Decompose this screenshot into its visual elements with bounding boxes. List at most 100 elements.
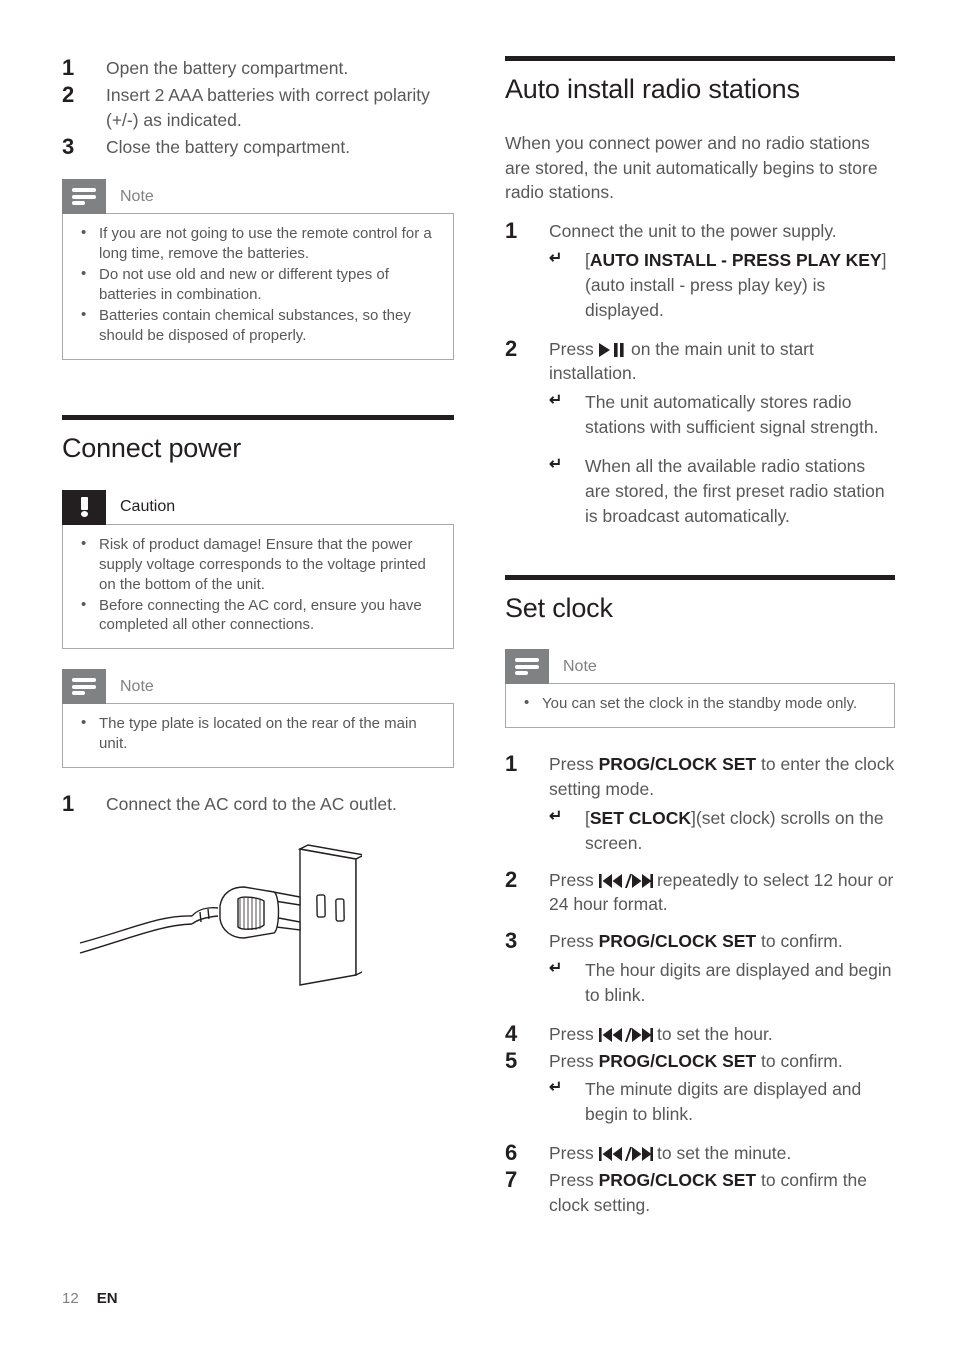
result-arrow-icon: ↵	[549, 250, 563, 268]
list-item: Risk of product damage! Ensure that the …	[79, 534, 437, 595]
step-item: 7 Press PROG/CLOCK SET to confirm the cl…	[505, 1166, 895, 1218]
callout-header: Note	[62, 669, 454, 705]
ac-plug-and-wall-outlet-illustration	[62, 843, 454, 991]
step-text-before: Press	[549, 754, 594, 775]
intro-paragraph: When you connect power and no radio stat…	[505, 132, 878, 203]
caution-callout: Caution Risk of product damage! Ensure t…	[62, 489, 454, 650]
set-clock-steps-list: 1 Press PROG/CLOCK SET to enter the cloc…	[505, 751, 895, 1218]
step-text-before: Press	[549, 1169, 594, 1190]
callout-header: Note	[62, 179, 454, 215]
step-text: Press on the main unit to start installa…	[549, 339, 814, 384]
type-plate-note-callout: Note The type plate is located on the re…	[62, 669, 454, 769]
result-text: The unit automatically stores radio stat…	[585, 392, 879, 438]
section-rule	[505, 56, 895, 61]
manual-page: 1 Open the battery compartment. 2 Insert…	[0, 0, 954, 1349]
button-reference: PROG/CLOCK SET	[598, 1169, 757, 1190]
result-arrow-icon: ↵	[549, 1079, 563, 1097]
step-text-after: to set the hour.	[656, 1023, 773, 1044]
page-title: Connect power	[62, 433, 242, 463]
step-text: Press PROG/CLOCK SET to confirm.	[549, 931, 843, 951]
button-reference: PROG/CLOCK SET	[598, 931, 757, 952]
result-text: When all the available radio stations ar…	[585, 455, 885, 526]
step-result: ↵ [SET CLOCK](set clock) scrolls on the …	[549, 806, 895, 856]
callout-body: You can set the clock in the standby mod…	[505, 683, 895, 729]
result-arrow-icon: ↵	[549, 455, 563, 473]
step-text: Press repeatedly to select 12 hour or 24…	[549, 870, 893, 915]
step-item: 2 Press repeatedly to select 12 hour or …	[505, 866, 895, 918]
step-number: 3	[62, 133, 75, 159]
list-item: You can set the clock in the standby mod…	[522, 693, 878, 714]
callout-body: The type plate is located on the rear of…	[62, 703, 454, 769]
skip-back-forward-icon	[598, 1143, 657, 1163]
step-number: 2	[62, 81, 75, 107]
callout-label: Note	[120, 187, 154, 205]
step-item: 6 Press to set the minute.	[505, 1140, 895, 1166]
list-item: Batteries contain chemical substances, s…	[79, 305, 437, 346]
step-item: 4 Press to set the hour.	[505, 1020, 895, 1047]
step-text-before: Press	[549, 1023, 594, 1044]
list-item: Before connecting the AC cord, ensure yo…	[79, 595, 437, 636]
step-number: 1	[62, 791, 75, 817]
step-number: 1	[505, 751, 518, 777]
language-code: EN	[96, 1290, 118, 1307]
step-text-before: Press	[549, 869, 594, 890]
note-lines-icon	[505, 649, 549, 685]
result-text: The minute digits are displayed and begi…	[585, 1079, 862, 1125]
display-text: AUTO INSTALL - PRESS PLAY KEY	[589, 250, 882, 271]
result-text: The hour digits are displayed and begin …	[585, 960, 892, 1005]
step-number: 2	[505, 866, 518, 892]
list-item: Do not use old and new or different type…	[79, 264, 437, 305]
note-lines-icon	[62, 669, 106, 705]
step-number: 3	[505, 928, 518, 954]
callout-label: Note	[120, 677, 154, 695]
result-arrow-icon: ↵	[549, 392, 563, 410]
step-text-after: to confirm.	[761, 1050, 843, 1071]
step-text: Press PROG/CLOCK SET to confirm.	[549, 1051, 843, 1071]
right-column: Auto install radio stations When you con…	[505, 56, 895, 1220]
section-rule	[505, 574, 895, 580]
step-text: Press to set the hour.	[549, 1024, 773, 1044]
step-text-before: Press	[549, 931, 594, 952]
result-arrow-icon: ↵	[549, 960, 563, 978]
set-clock-note-callout: Note You can set the clock in the standb…	[505, 649, 895, 729]
list-item: The type plate is located on the rear of…	[79, 713, 437, 754]
battery-steps-list: 1 Open the battery compartment. 2 Insert…	[62, 55, 454, 159]
step-result: ↵ [AUTO INSTALL - PRESS PLAY KEY](auto i…	[549, 248, 895, 323]
skip-back-forward-icon	[598, 870, 657, 890]
play-pause-icon	[598, 339, 631, 359]
step-text: Press PROG/CLOCK SET to confirm the cloc…	[549, 1170, 867, 1215]
step-text: Close the battery compartment.	[106, 136, 351, 157]
step-number: 5	[505, 1047, 518, 1073]
callout-header: Note	[505, 649, 895, 685]
step-text: Connect the AC cord to the AC outlet.	[106, 794, 397, 815]
step-number: 4	[505, 1020, 518, 1046]
step-text-before: Press	[549, 1143, 594, 1164]
caution-bullet-list: Risk of product damage! Ensure that the …	[79, 534, 437, 636]
callout-body: Risk of product damage! Ensure that the …	[62, 523, 454, 650]
callout-label: Caution	[120, 498, 176, 516]
callout-body: If you are not going to use the remote c…	[62, 213, 454, 360]
step-text-before: Press	[549, 338, 594, 359]
page-title: Auto install radio stations	[505, 74, 800, 104]
button-reference: PROG/CLOCK SET	[598, 754, 757, 775]
note-bullet-list: You can set the clock in the standby mod…	[522, 693, 878, 714]
battery-note-callout: Note If you are not going to use the rem…	[62, 179, 454, 360]
step-text-after: to confirm.	[761, 931, 843, 952]
step-item: 5 Press PROG/CLOCK SET to confirm. ↵ The…	[505, 1047, 895, 1128]
result-arrow-icon: ↵	[549, 807, 563, 825]
step-result: ↵ The unit automatically stores radio st…	[549, 390, 895, 440]
step-number: 2	[505, 335, 518, 361]
note-bullet-list: If you are not going to use the remote c…	[79, 223, 437, 346]
page-number: 12	[62, 1290, 79, 1307]
step-number: 1	[62, 55, 75, 80]
callout-label: Note	[563, 657, 597, 675]
left-column: 1 Open the battery compartment. 2 Insert…	[62, 55, 454, 991]
step-item: 1 Press PROG/CLOCK SET to enter the cloc…	[505, 751, 895, 856]
step-number: 7	[505, 1166, 518, 1192]
connect-power-section: Connect power Caution Risk of product da…	[62, 415, 454, 991]
step-text: Press to set the minute.	[549, 1143, 791, 1163]
step-result: ↵ The minute digits are displayed and be…	[549, 1077, 895, 1127]
page-footer: 12 EN	[62, 1290, 118, 1307]
step-number: 6	[505, 1140, 518, 1166]
callout-header: Caution	[62, 489, 454, 525]
